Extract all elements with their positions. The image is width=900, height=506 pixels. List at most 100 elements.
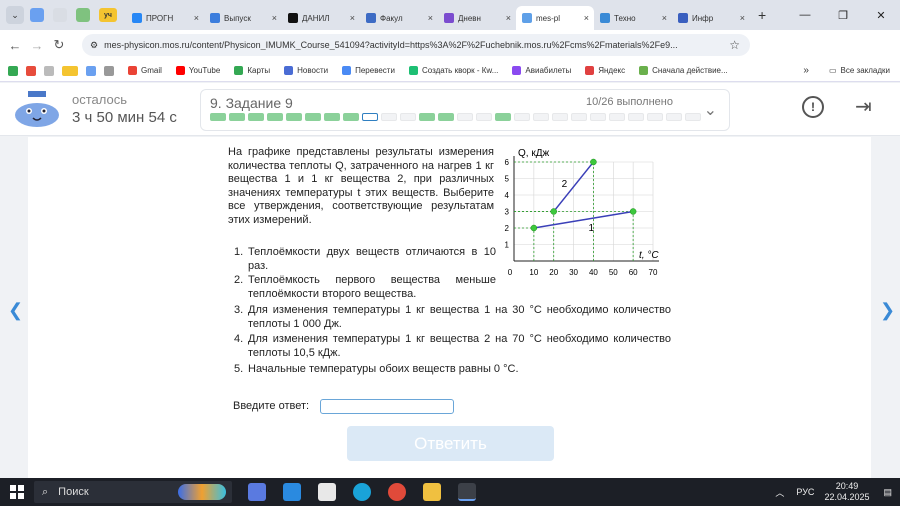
tab-2[interactable]: Выпуск × xyxy=(204,6,282,30)
progress-cell[interactable] xyxy=(324,113,340,121)
bookmark-label: Перевести xyxy=(355,66,395,75)
progress-cell[interactable] xyxy=(590,113,606,121)
bookmark-icon-uch[interactable] xyxy=(62,65,78,76)
progress-cell[interactable] xyxy=(419,113,435,121)
answer-input[interactable] xyxy=(320,399,454,414)
bookmark-icon-2[interactable] xyxy=(26,65,36,76)
submit-button[interactable]: Ответить xyxy=(347,426,554,461)
minimize-button[interactable]: — xyxy=(786,9,824,21)
taskbar-edge-icon[interactable] xyxy=(353,483,371,501)
tab-close-icon[interactable]: × xyxy=(194,13,199,23)
pinned-tab-2[interactable] xyxy=(53,8,67,22)
progress-cell[interactable] xyxy=(533,113,549,121)
progress-cell[interactable] xyxy=(343,113,359,121)
new-tab-button[interactable]: + xyxy=(758,7,766,23)
tab-5[interactable]: Дневн × xyxy=(438,6,516,30)
tab-close-icon[interactable]: × xyxy=(272,13,277,23)
bookmark-2[interactable]: YouTube xyxy=(175,66,220,75)
url-bar[interactable]: ⚙ mes-physicon.mos.ru/content/Physicon_I… xyxy=(82,34,750,56)
back-button[interactable]: ← xyxy=(4,38,26,53)
tab-close-icon[interactable]: × xyxy=(350,13,355,23)
progress-cell[interactable] xyxy=(571,113,587,121)
bookmark-star-icon[interactable]: ☆ xyxy=(729,38,740,52)
taskbar-search[interactable]: ⌕ Поиск xyxy=(34,481,232,503)
tab-close-icon[interactable]: × xyxy=(662,13,667,23)
tab-close-icon[interactable]: × xyxy=(428,13,433,23)
windows-start-icon[interactable] xyxy=(10,485,24,499)
reload-button[interactable]: ↻ xyxy=(48,37,70,53)
progress-cell[interactable] xyxy=(647,113,663,121)
tab-close-icon[interactable]: × xyxy=(740,13,745,23)
pinned-tab-1[interactable] xyxy=(30,8,44,22)
tab-close-icon[interactable]: × xyxy=(584,13,589,23)
language-indicator[interactable]: РУС xyxy=(796,487,814,497)
bookmark-7[interactable]: Авиабилеты xyxy=(512,66,571,75)
tab-7[interactable]: Техно × xyxy=(594,6,672,30)
progress-cell[interactable] xyxy=(685,113,701,121)
progress-cell[interactable] xyxy=(381,113,397,121)
progress-cell[interactable] xyxy=(495,113,511,121)
tab-3[interactable]: ДАНИЛ × xyxy=(282,6,360,30)
progress-cell[interactable] xyxy=(229,113,245,121)
task-selector[interactable]: 9. Задание 9 10/26 выполнено ⌄ xyxy=(200,89,730,131)
progress-cell[interactable] xyxy=(286,113,302,121)
tab-1[interactable]: ПРОГН × xyxy=(126,6,204,30)
taskbar-chrome-icon[interactable] xyxy=(458,483,476,501)
bookmarks-more[interactable]: » xyxy=(803,65,809,76)
pinned-tab-uch[interactable]: уч xyxy=(99,8,117,22)
progress-cell[interactable] xyxy=(457,113,473,121)
bookmark-5[interactable]: Перевести xyxy=(342,66,395,75)
site-info-icon[interactable]: ⚙ xyxy=(90,40,98,51)
all-bookmarks[interactable]: Все закладки xyxy=(841,66,890,75)
x-tick-label: 0 xyxy=(508,268,513,277)
taskbar-folder-icon[interactable] xyxy=(423,483,441,501)
tab-8[interactable]: Инфр × xyxy=(672,6,750,30)
progress-cell[interactable] xyxy=(609,113,625,121)
bookmark-label: Новости xyxy=(297,66,329,75)
notifications-icon[interactable]: ▤ xyxy=(883,487,892,498)
maximize-button[interactable]: ❐ xyxy=(824,9,862,22)
tab-4[interactable]: Факул × xyxy=(360,6,438,30)
bookmark-6[interactable]: Создать кворк - Кw... xyxy=(408,66,498,75)
clock[interactable]: 20:49 22.04.2025 xyxy=(824,481,869,503)
report-icon[interactable]: ! xyxy=(802,96,824,118)
tab-close-icon[interactable]: × xyxy=(506,13,511,23)
tab-6[interactable]: mes-pl × xyxy=(516,6,594,30)
next-task-arrow-icon[interactable]: ❯ xyxy=(880,300,895,321)
taskbar-office-icon[interactable] xyxy=(388,483,406,501)
progress-cell[interactable] xyxy=(248,113,264,121)
apps-grid-icon[interactable] xyxy=(104,65,114,76)
bookmark-4[interactable]: Новости xyxy=(284,66,328,75)
taskbar-files-icon[interactable] xyxy=(318,483,336,501)
progress-cell[interactable] xyxy=(514,113,530,121)
progress-cell[interactable] xyxy=(267,113,283,121)
progress-cell[interactable] xyxy=(476,113,492,121)
progress-cell[interactable] xyxy=(628,113,644,121)
tray-chevron-icon[interactable]: ︿ xyxy=(775,486,784,499)
prev-task-arrow-icon[interactable]: ❮ xyxy=(8,300,23,321)
bookmark-3[interactable]: Карты xyxy=(234,66,270,75)
bookmark-icon-5[interactable] xyxy=(86,65,96,76)
progress-cell[interactable] xyxy=(210,113,226,121)
progress-cell[interactable] xyxy=(552,113,568,121)
progress-cell[interactable] xyxy=(305,113,321,121)
bookmark-1[interactable]: Gmail xyxy=(128,66,162,75)
y-tick-label: 4 xyxy=(505,191,510,200)
progress-cell[interactable] xyxy=(362,113,378,121)
bookmark-icon-3[interactable] xyxy=(44,65,54,76)
progress-cell[interactable] xyxy=(438,113,454,121)
chevron-down-icon[interactable]: ⌄ xyxy=(704,100,717,120)
taskbar-app-1[interactable] xyxy=(248,483,266,501)
bookmark-9[interactable]: Сначала действие... xyxy=(639,66,728,75)
progress-cell[interactable] xyxy=(666,113,682,121)
exit-icon[interactable]: ⇥ xyxy=(855,94,872,119)
tab-favicon-icon xyxy=(210,13,220,23)
pinned-tab-3[interactable] xyxy=(76,8,90,22)
bookmark-icon-1[interactable] xyxy=(8,65,18,76)
taskbar-mail-icon[interactable] xyxy=(283,483,301,501)
tab-search-button[interactable]: ⌄ xyxy=(6,6,24,24)
bookmark-8[interactable]: Яндекс xyxy=(585,66,625,75)
forward-button[interactable]: → xyxy=(26,38,48,53)
progress-cell[interactable] xyxy=(400,113,416,121)
close-window-button[interactable]: ✕ xyxy=(862,9,900,22)
